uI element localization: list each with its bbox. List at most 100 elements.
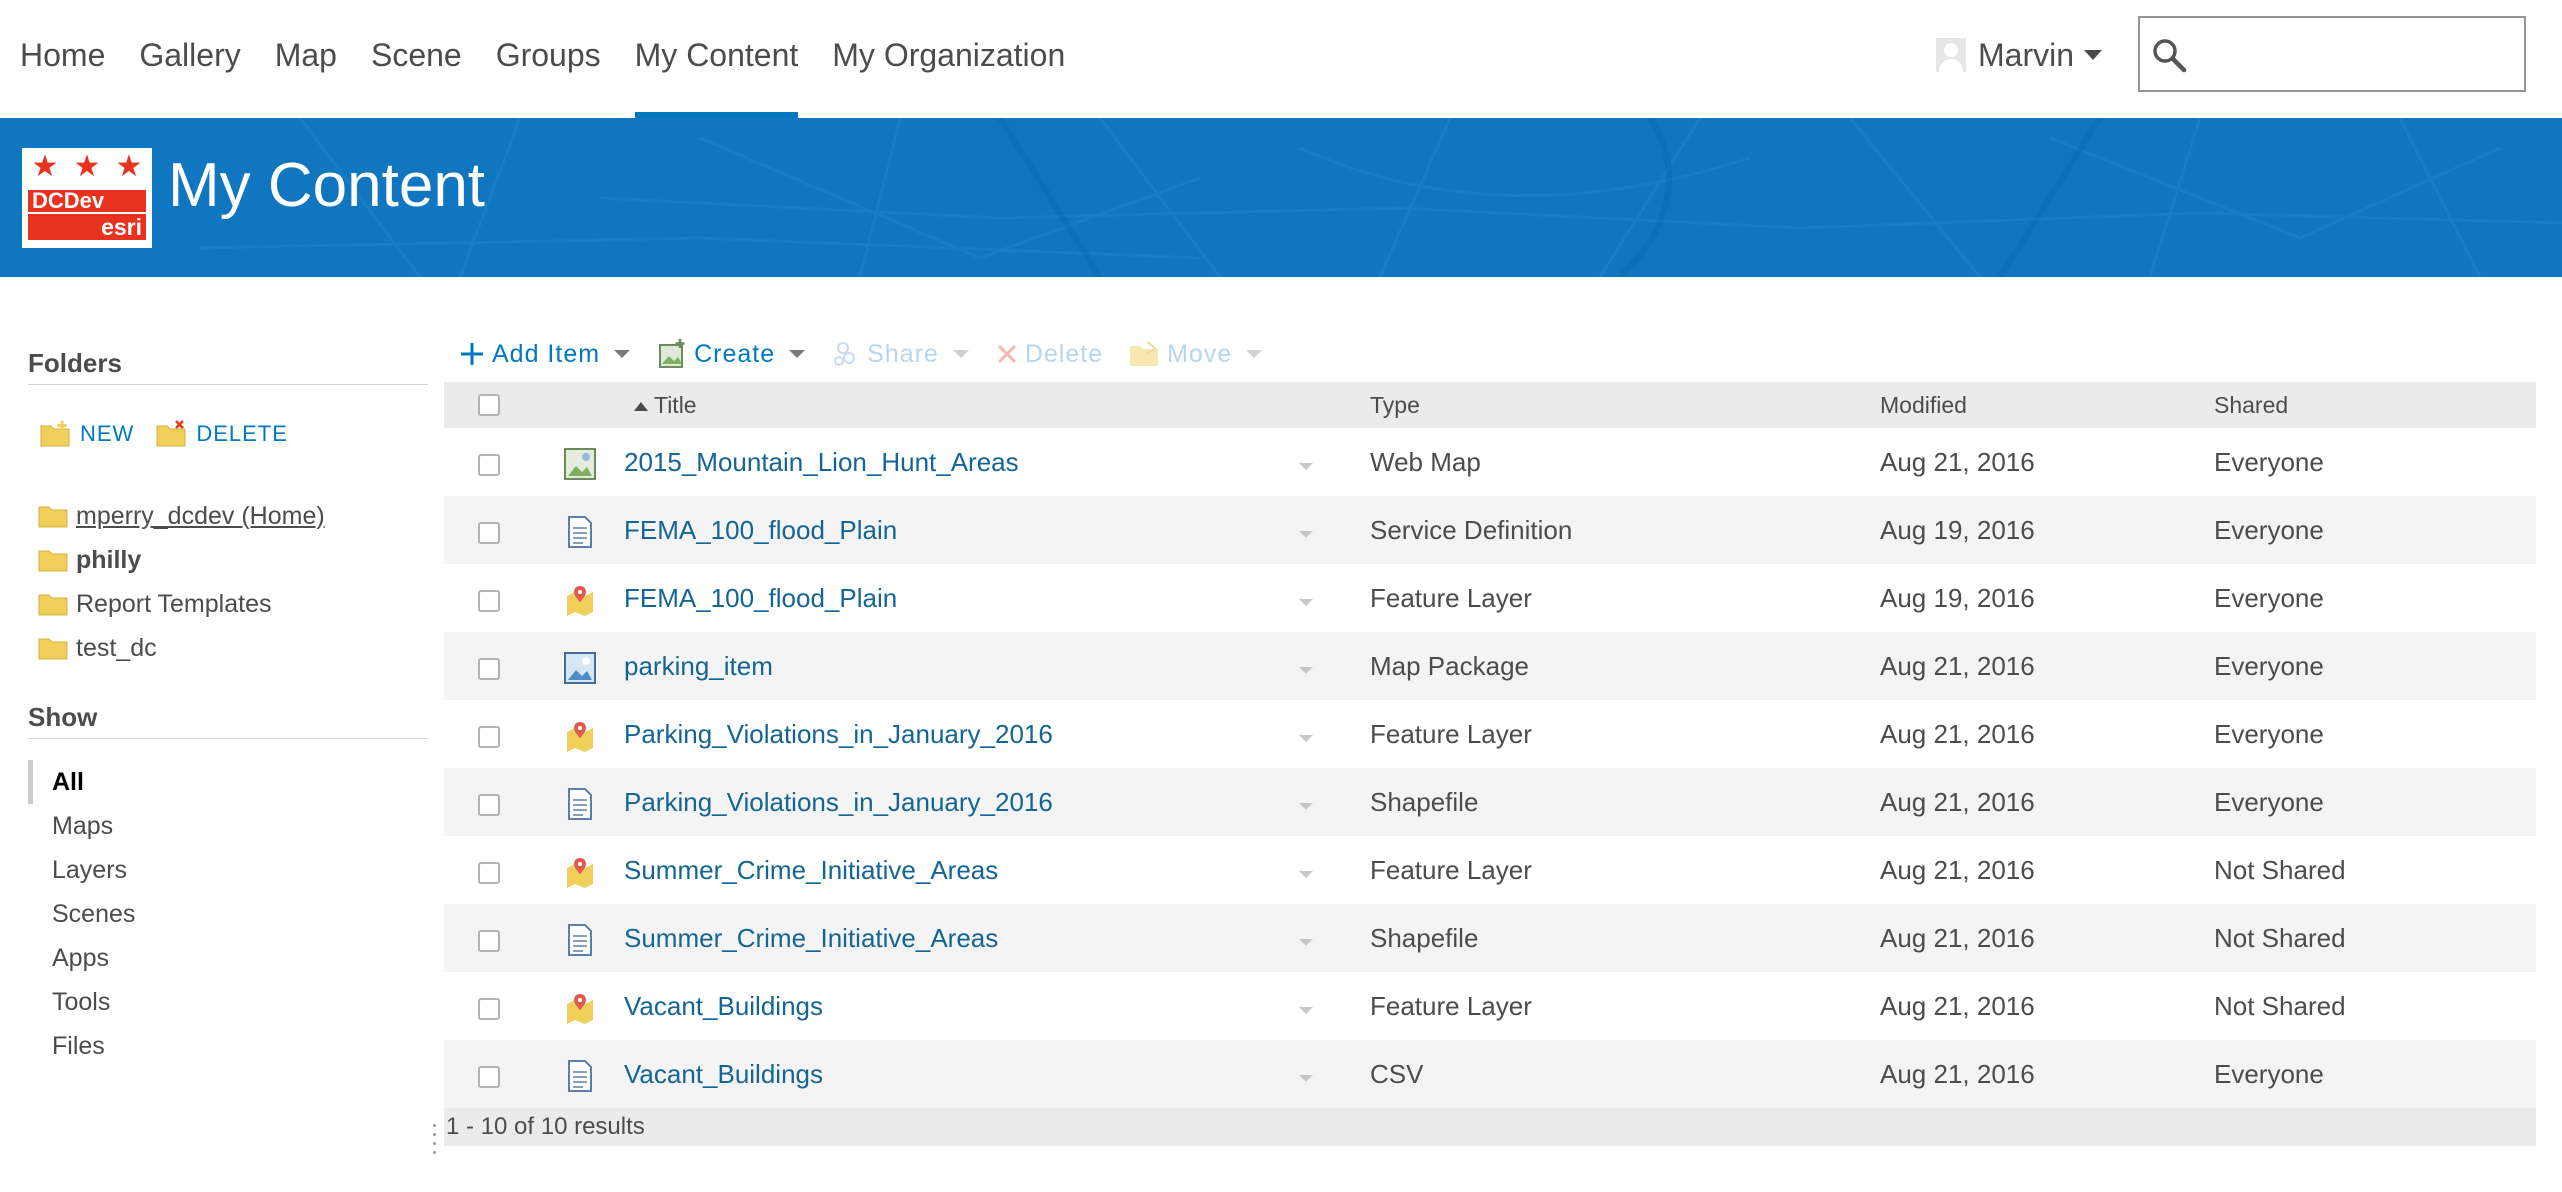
nav-map[interactable]: Map (275, 0, 337, 118)
row-checkbox[interactable] (478, 998, 500, 1020)
item-menu-chevron-icon[interactable] (1294, 730, 1318, 746)
folder-label: Report Templates (76, 589, 272, 618)
table-row: parking_item Map Package Aug 21, 2016 Ev… (444, 632, 2536, 700)
item-title-link[interactable]: FEMA_100_flood_Plain (624, 564, 897, 632)
folder-label: test_dc (76, 633, 157, 662)
item-menu-chevron-icon[interactable] (1294, 1070, 1318, 1086)
search-box[interactable] (2138, 16, 2526, 92)
feature-layer-icon (567, 858, 593, 888)
item-shared: Not Shared (2214, 923, 2346, 953)
item-type: Shapefile (1370, 787, 1479, 817)
delete-button[interactable]: Delete (995, 340, 1103, 369)
show-filter-layers[interactable]: Layers (28, 848, 135, 892)
show-filter-scenes[interactable]: Scenes (28, 892, 135, 936)
item-modified: Aug 21, 2016 (1880, 855, 2035, 885)
user-menu[interactable]: Marvin (1936, 30, 2103, 80)
nav-my-organization[interactable]: My Organization (832, 0, 1065, 118)
delete-label: Delete (1024, 339, 1104, 368)
nav-gallery[interactable]: Gallery (139, 0, 240, 118)
item-menu-chevron-icon[interactable] (1294, 662, 1318, 678)
delete-folder-button[interactable]: DELETE (156, 420, 288, 448)
type-column-header[interactable]: Type (1370, 382, 1420, 428)
item-type: Feature Layer (1370, 855, 1532, 885)
chevron-down-icon (952, 350, 969, 358)
sidebar-resize-handle[interactable] (432, 1124, 438, 1158)
new-folder-button[interactable]: NEW (40, 420, 134, 448)
divider (28, 384, 428, 385)
close-icon (997, 344, 1016, 364)
folder-item-test-dc[interactable]: test_dc (38, 626, 325, 670)
move-label: Move (1167, 339, 1233, 368)
item-title-link[interactable]: Summer_Crime_Initiative_Areas (624, 836, 998, 904)
item-shared: Everyone (2214, 583, 2324, 613)
add-item-label: Add Item (492, 339, 601, 368)
row-checkbox[interactable] (478, 658, 500, 680)
share-button[interactable]: Share (831, 339, 969, 369)
add-item-button[interactable]: Add Item (458, 339, 631, 369)
row-checkbox[interactable] (478, 590, 500, 612)
item-title-link[interactable]: 2015_Mountain_Lion_Hunt_Areas (624, 428, 1019, 496)
item-menu-chevron-icon[interactable] (1294, 866, 1318, 882)
folder-label: philly (76, 545, 142, 574)
show-filter-all[interactable]: All (28, 760, 135, 804)
row-checkbox[interactable] (478, 726, 500, 748)
folder-item-home[interactable]: mperry_dcdev (Home) (38, 494, 325, 538)
share-icon (834, 342, 856, 366)
item-menu-chevron-icon[interactable] (1294, 526, 1318, 542)
document-icon (568, 924, 592, 956)
title-column-header[interactable]: Title (634, 382, 697, 428)
item-title-link[interactable]: Vacant_Buildings (624, 1040, 823, 1108)
logo-text-dcdev: DCDev (28, 190, 146, 212)
show-heading: Show (28, 702, 98, 732)
new-folder-label: NEW (80, 421, 135, 446)
item-type: Feature Layer (1370, 991, 1532, 1021)
nav-groups[interactable]: Groups (496, 0, 601, 118)
row-checkbox[interactable] (478, 862, 500, 884)
select-all-checkbox[interactable] (478, 394, 500, 416)
item-modified: Aug 21, 2016 (1880, 651, 2035, 681)
item-title-link[interactable]: Vacant_Buildings (624, 972, 823, 1040)
search-input[interactable] (2200, 22, 2520, 86)
move-button[interactable]: Move (1129, 339, 1263, 369)
item-title-link[interactable]: parking_item (624, 632, 773, 700)
item-menu-chevron-icon[interactable] (1294, 934, 1318, 950)
item-menu-chevron-icon[interactable] (1294, 1002, 1318, 1018)
folder-item-philly[interactable]: philly (38, 538, 325, 582)
row-checkbox[interactable] (478, 1066, 500, 1088)
table-row: 2015_Mountain_Lion_Hunt_Areas Web Map Au… (444, 428, 2536, 496)
row-checkbox[interactable] (478, 930, 500, 952)
item-title-link[interactable]: Parking_Violations_in_January_2016 (624, 700, 1053, 768)
nav-my-content[interactable]: My Content (634, 0, 798, 118)
table-header: Title Type Modified Shared (444, 382, 2536, 428)
modified-column-header[interactable]: Modified (1880, 382, 1967, 428)
item-modified: Aug 19, 2016 (1880, 583, 2035, 613)
item-type: Web Map (1370, 447, 1481, 477)
row-checkbox[interactable] (478, 522, 500, 544)
user-name: Marvin (1978, 36, 2075, 73)
folder-item-report-templates[interactable]: Report Templates (38, 582, 325, 626)
shared-column-header[interactable]: Shared (2214, 382, 2288, 428)
item-menu-chevron-icon[interactable] (1294, 458, 1318, 474)
table-row: FEMA_100_flood_Plain Service Definition … (444, 496, 2536, 564)
item-title-link[interactable]: Parking_Violations_in_January_2016 (624, 768, 1053, 836)
create-button[interactable]: Create (656, 338, 806, 370)
item-type: Feature Layer (1370, 583, 1532, 613)
nav-home[interactable]: Home (20, 0, 105, 118)
document-icon (568, 788, 592, 820)
item-title-link[interactable]: FEMA_100_flood_Plain (624, 496, 897, 564)
show-filter-files[interactable]: Files (28, 1024, 135, 1068)
delete-folder-icon (156, 420, 186, 447)
item-modified: Aug 21, 2016 (1880, 787, 2035, 817)
item-menu-chevron-icon[interactable] (1294, 594, 1318, 610)
item-type: Shapefile (1370, 923, 1479, 953)
nav-scene[interactable]: Scene (371, 0, 462, 118)
item-shared: Everyone (2214, 651, 2324, 681)
row-checkbox[interactable] (478, 794, 500, 816)
show-filter-maps[interactable]: Maps (28, 804, 135, 848)
item-title-link[interactable]: Summer_Crime_Initiative_Areas (624, 904, 998, 972)
row-checkbox[interactable] (478, 454, 500, 476)
show-filter-tools[interactable]: Tools (28, 980, 135, 1024)
table-row: Vacant_Buildings CSV Aug 21, 2016 Everyo… (444, 1040, 2536, 1108)
item-menu-chevron-icon[interactable] (1294, 798, 1318, 814)
show-filter-apps[interactable]: Apps (28, 936, 135, 980)
